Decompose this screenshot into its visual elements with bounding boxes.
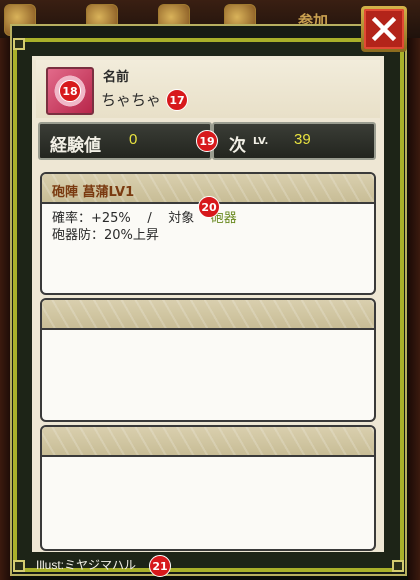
name-label: 名前 <box>103 70 130 85</box>
background-side <box>408 38 420 580</box>
marker-21: 21 <box>149 555 171 577</box>
marker-20: 20 <box>198 196 220 218</box>
marker-18: 18 <box>59 80 81 102</box>
illustrator-credit: Illust:ミヤジマハル <box>36 558 137 572</box>
marker-17: 17 <box>166 89 188 111</box>
skill-separator: / <box>147 211 152 226</box>
skill-card-header <box>42 427 374 457</box>
skill-line-2: 砲器防：20%上昇 <box>52 228 159 243</box>
lv-label: LV. <box>253 136 269 147</box>
exp-value: 0 <box>129 131 138 148</box>
exp-label: 経験値 <box>50 136 101 156</box>
frame-corner <box>13 560 25 572</box>
close-button[interactable] <box>361 6 407 52</box>
empty-skill-card <box>40 298 376 422</box>
marker-19: 19 <box>196 130 218 152</box>
skill-card: 砲陣 菖蒲LV1 確率：+25% / 対象 砲器 砲器防：20%上昇 <box>40 172 376 295</box>
frame-corner <box>392 560 404 572</box>
skill-chance: 確率：+25% <box>52 211 131 226</box>
skill-card-header <box>42 300 374 330</box>
skill-title: 砲陣 菖蒲LV1 <box>52 185 135 200</box>
next-value: 39 <box>294 131 311 148</box>
next-label: 次 <box>229 136 246 156</box>
frame-corner <box>13 38 25 50</box>
close-x-icon <box>364 9 404 49</box>
name-value: ちゃちゃ <box>101 91 162 109</box>
skill-target-label: 対象 <box>168 211 195 226</box>
empty-skill-card <box>40 425 376 551</box>
